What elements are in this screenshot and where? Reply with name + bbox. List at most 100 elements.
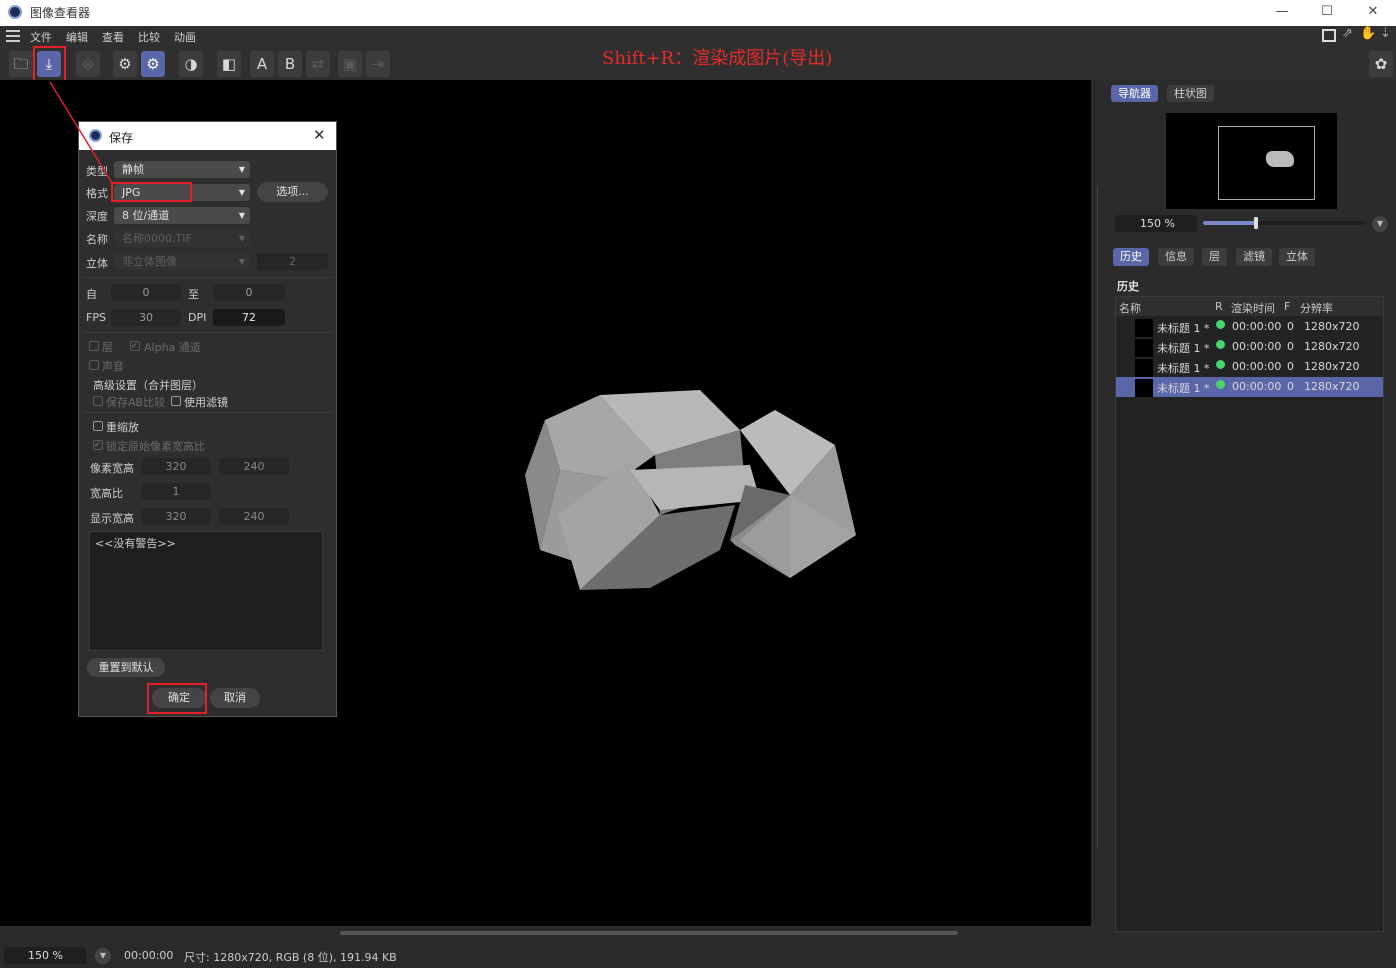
zoom-field[interactable]: 150 %: [4, 947, 86, 964]
ok-highlight-box: [147, 683, 207, 714]
col-f[interactable]: F: [1284, 300, 1290, 313]
title-bar: 图像查看器 — ☐ ✕: [0, 0, 1396, 26]
history-row[interactable]: 未标题 1 * 00:00:00 0 1280x720: [1116, 317, 1383, 337]
lock-ratio-label: 锁定原始像素宽高比: [106, 440, 205, 453]
open-folder-icon[interactable]: 🗀: [9, 51, 33, 77]
status-dot-icon: [1216, 340, 1225, 349]
options-button[interactable]: 选项...: [257, 182, 328, 202]
hamburger-icon[interactable]: [6, 30, 20, 42]
menu-file[interactable]: 文件: [30, 29, 52, 45]
col-name[interactable]: 名称: [1119, 300, 1141, 316]
zoom-slider-fill: [1203, 221, 1257, 225]
export-icon[interactable]: ⇥: [366, 51, 390, 77]
cancel-button[interactable]: 取消: [210, 688, 260, 708]
tab-filters[interactable]: 滤镜: [1236, 248, 1272, 266]
type-select[interactable]: 静帧 ▼: [114, 161, 250, 178]
lock-ratio-checkbox[interactable]: ✔: [93, 440, 103, 450]
contrast-icon[interactable]: ◑: [179, 51, 203, 77]
display-width-field[interactable]: 320: [141, 508, 211, 525]
history-resolution: 1280x720: [1304, 360, 1360, 373]
to-field[interactable]: 0: [213, 284, 285, 301]
from-field[interactable]: 0: [111, 284, 181, 301]
history-row[interactable]: 未标题 1 * 00:00:00 0 1280x720: [1116, 337, 1383, 357]
layers-check-label: 层: [102, 341, 113, 354]
stereo-select[interactable]: 非立体图像 ▼: [114, 253, 250, 270]
warnings-box: <<没有警告>>: [89, 531, 323, 651]
menu-animation[interactable]: 动画: [174, 29, 196, 45]
zoom-slider-handle[interactable]: [1254, 217, 1259, 229]
render-icon[interactable]: ⚙: [141, 51, 165, 77]
reset-default-button[interactable]: 重置到默认: [87, 658, 165, 677]
display-height-field[interactable]: 240: [219, 508, 289, 525]
history-resolution: 1280x720: [1304, 320, 1360, 333]
close-button[interactable]: ✕: [1363, 2, 1383, 22]
hand-icon[interactable]: ✋: [1360, 26, 1376, 41]
alpha-check-label: Alpha 通道: [144, 341, 201, 354]
save-highlight-box: [33, 46, 66, 82]
compare-icon[interactable]: ◧: [217, 51, 241, 77]
dialog-close-icon[interactable]: ✕: [313, 126, 326, 144]
col-resolution[interactable]: 分辨率: [1300, 300, 1333, 316]
b-button[interactable]: B: [278, 51, 302, 77]
history-resolution: 1280x720: [1304, 340, 1360, 353]
navigator-zoom-field[interactable]: 150 %: [1115, 215, 1197, 232]
save-dialog: 保存 ✕ 类型 静帧 ▼ 格式 JPG ▼ 选项... 深度 8 位/通道 ▼ 名称 …: [78, 121, 337, 717]
render-region-icon[interactable]: ⚙: [113, 51, 137, 77]
window-title: 图像查看器: [30, 6, 91, 20]
rescale-checkbox[interactable]: [93, 421, 103, 431]
a-button[interactable]: A: [250, 51, 274, 77]
menu-compare[interactable]: 比较: [138, 29, 160, 45]
alpha-checkbox[interactable]: ✔: [130, 341, 140, 351]
tab-history[interactable]: 历史: [1113, 248, 1149, 266]
settings-icon[interactable]: ✿: [1369, 51, 1393, 77]
menu-edit[interactable]: 编辑: [66, 29, 88, 45]
tab-info[interactable]: 信息: [1158, 248, 1194, 266]
dialog-title: 保存: [109, 131, 134, 145]
pin-icon[interactable]: ⇣: [1380, 26, 1391, 41]
col-render-time[interactable]: 渲染时间: [1231, 300, 1275, 316]
external-icon[interactable]: ⇗: [1342, 26, 1353, 41]
zoom-dropdown-icon[interactable]: ▼: [95, 948, 111, 964]
stereo-count-field[interactable]: 2: [257, 253, 328, 270]
col-r[interactable]: R: [1215, 300, 1223, 313]
tab-layers[interactable]: 层: [1202, 248, 1227, 266]
horizontal-scrollbar[interactable]: [340, 931, 958, 935]
menu-view[interactable]: 查看: [102, 29, 124, 45]
minimize-button[interactable]: —: [1272, 2, 1292, 22]
type-value: 静帧: [122, 163, 144, 176]
pixel-height-field[interactable]: 240: [219, 458, 289, 475]
navigator-preview-rocks: [1266, 151, 1294, 167]
depth-select[interactable]: 8 位/通道 ▼: [114, 207, 250, 224]
divider: [83, 412, 333, 413]
save-ab-checkbox[interactable]: [93, 396, 103, 406]
history-name: 未标题 1 *: [1157, 382, 1210, 395]
use-filter-checkbox[interactable]: [171, 396, 181, 406]
history-name: 未标题 1 *: [1157, 342, 1210, 355]
tab-stereo[interactable]: 立体: [1279, 248, 1315, 266]
name-select[interactable]: 名称0000.TIF ▼: [114, 230, 250, 247]
menu-bar: 文件 编辑 查看 比较 动画 ⇗ ✋ ⇣: [0, 26, 1396, 46]
sound-checkbox[interactable]: [89, 360, 99, 370]
panel-toggle-icon[interactable]: [1322, 29, 1336, 42]
history-thumbnail: [1135, 379, 1153, 397]
history-time: 00:00:00: [1232, 340, 1282, 353]
history-row[interactable]: 未标题 1 * 00:00:00 0 1280x720: [1116, 357, 1383, 377]
navigator-zoom-slider[interactable]: [1203, 217, 1365, 229]
dpi-field[interactable]: 72: [213, 309, 285, 326]
swap-icon[interactable]: ⇄: [306, 51, 330, 77]
pixel-width-field[interactable]: 320: [141, 458, 211, 475]
tab-histogram[interactable]: 柱状图: [1167, 85, 1214, 102]
tab-navigator[interactable]: 导航器: [1111, 85, 1158, 102]
layers-icon[interactable]: ▣: [338, 51, 362, 77]
maximize-button[interactable]: ☐: [1317, 2, 1337, 22]
history-row[interactable]: 未标题 1 * 00:00:00 0 1280x720: [1116, 377, 1383, 397]
fps-field[interactable]: 30: [111, 309, 181, 326]
chevron-down-icon: ▼: [238, 234, 245, 243]
depth-label: 深度: [86, 210, 108, 223]
navigator-thumbnail[interactable]: [1166, 113, 1337, 209]
chevron-down-icon: ▼: [238, 188, 245, 197]
layers-checkbox[interactable]: [89, 341, 99, 351]
delete-icon[interactable]: ⊗: [76, 51, 100, 77]
aspect-ratio-field[interactable]: 1: [141, 483, 211, 500]
navigator-zoom-dropdown-icon[interactable]: ▼: [1372, 216, 1388, 232]
